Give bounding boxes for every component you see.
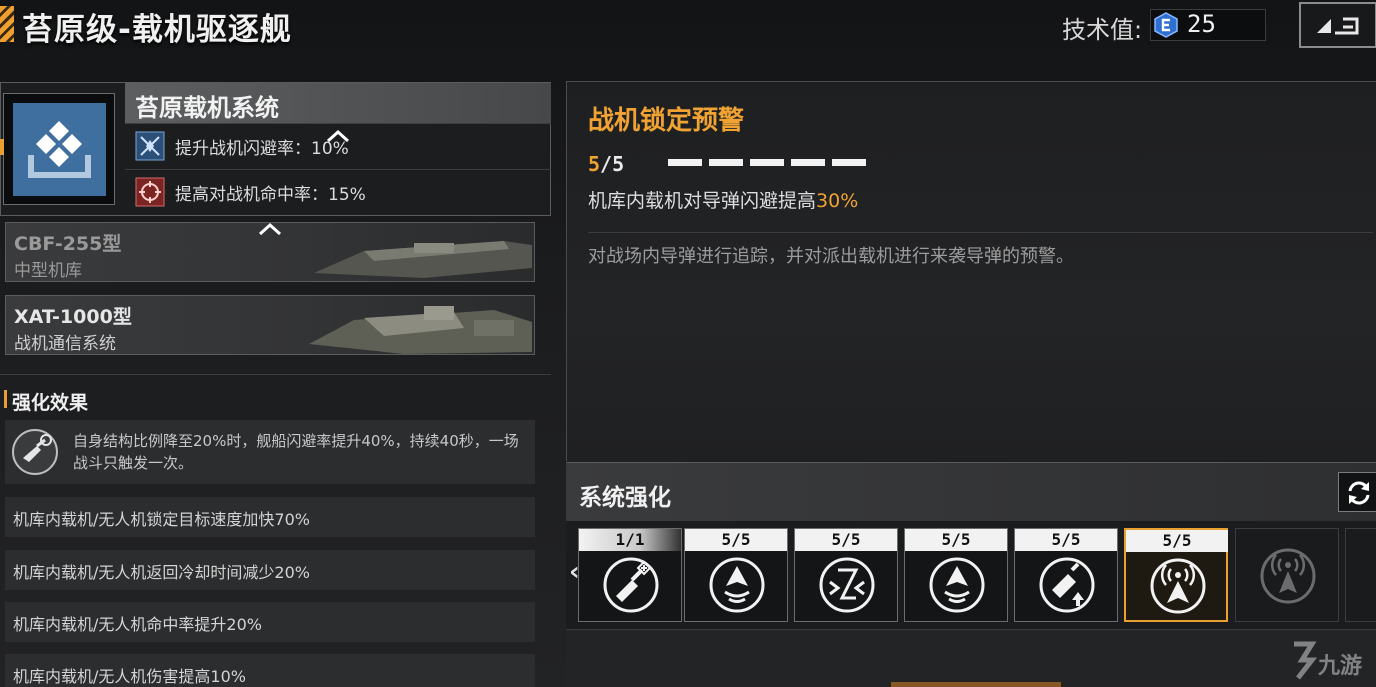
back-button[interactable] <box>1299 2 1376 48</box>
slot-level: 1/1 <box>579 529 681 551</box>
detail-divider <box>588 232 1373 233</box>
effect-text: 机库内载机/无人机命中率提升20% <box>13 615 262 634</box>
accuracy-stat-text: 提高对战机命中率：15% <box>175 185 366 205</box>
enhance-effect-row: 机库内载机/无人机锁定目标速度加快70% <box>5 497 535 537</box>
watermark: 九游 <box>1288 640 1376 684</box>
tech-value: 25 <box>1187 10 1216 38</box>
enhance-effect-row: 机库内载机/无人机伤害提高10% <box>5 654 535 687</box>
enhance-slot[interactable]: 5/5 <box>1014 528 1118 622</box>
target-icon <box>135 177 165 207</box>
hangar-module-image <box>314 241 532 278</box>
level-max: /5 <box>600 152 625 176</box>
slot-level: 5/5 <box>1015 529 1117 551</box>
enhance-slot-selected[interactable]: 5/5 <box>1124 528 1228 622</box>
effect-text: 机库内载机/无人机返回冷却时间减少20% <box>13 563 310 582</box>
carrier-system-card[interactable]: 苔原载机系统 提升战机闪避率：10% 提高对战机命中率：15% <box>0 82 551 216</box>
module-type: 中型机库 <box>14 261 82 281</box>
enhance-effect-row: 机库内载机/无人机命中率提升20% <box>5 602 535 642</box>
slot-level: 5/5 <box>1126 530 1228 552</box>
system-enhance-header: 系统强化 <box>566 463 1376 521</box>
main-enhance-effect: 自身结构比例降至20%时，舰船闪避率提升40%，持续40秒，一场战斗只触发一次。 <box>5 420 535 484</box>
enhance-slot[interactable]: 5/5 <box>904 528 1008 622</box>
level-current: 5 <box>588 152 601 176</box>
back-arrow-icon <box>1317 17 1359 35</box>
enhance-effects-title: 强化效果 <box>12 392 89 414</box>
radar-locked-icon <box>1260 548 1316 604</box>
evasion-stat-text: 提升战机闪避率：10% <box>175 139 349 159</box>
slot-level: 5/5 <box>795 529 897 551</box>
footer-accent <box>891 682 1061 687</box>
evasion-icon <box>135 131 165 161</box>
page-title: 苔原级-载机驱逐舰 <box>22 12 292 48</box>
enhance-slot[interactable]: 1/1 <box>578 528 682 622</box>
enhance-slot[interactable]: 5/5 <box>684 528 788 622</box>
system-enhance-panel: 系统强化 ‹ 1/1 5/5 5/5 5/5 5/5 5/5 <box>566 462 1376 687</box>
slot-level: 5/5 <box>685 529 787 551</box>
enhance-effect-row: 机库内载机/无人机返回冷却时间减少20% <box>5 550 535 590</box>
fighter-boost-icon <box>603 557 659 613</box>
selected-marker <box>0 139 4 155</box>
enhancement-detail-panel: 战机锁定预警 5/5 机库内载机对导弹闪避提高30% 对战场内导弹进行追踪，并对… <box>566 81 1376 461</box>
tech-point-icon <box>1154 12 1178 38</box>
effect-prefix: 机库内载机对导弹闪避提高 <box>588 190 817 212</box>
level-pip <box>709 159 743 166</box>
refresh-button[interactable] <box>1338 472 1376 512</box>
fighter-wave-icon <box>929 557 985 613</box>
fighter-wave-icon <box>709 557 765 613</box>
enhance-slot[interactable]: 5/5 <box>794 528 898 622</box>
jiuyou-logo-icon <box>1294 641 1318 680</box>
comm-module-image <box>309 306 532 354</box>
title-accent-stripe <box>0 6 14 42</box>
module-xat-1000[interactable]: XAT-1000型 战机通信系统 <box>5 295 535 355</box>
level-pip <box>791 159 825 166</box>
radar-fighter-icon <box>1150 558 1206 614</box>
chevron-up-icon <box>326 129 350 143</box>
effect-text: 机库内载机/无人机伤害提高10% <box>13 667 246 686</box>
effect-value: 30% <box>816 190 859 212</box>
system-title-bar: 苔原载机系统 <box>125 83 551 123</box>
detail-description: 对战场内导弹进行追踪，并对派出载机进行来袭导弹的预警。 <box>588 246 1074 267</box>
detail-effect: 机库内载机对导弹闪避提高30% <box>588 186 858 213</box>
carrier-system-icon <box>13 103 106 196</box>
main-effect-text: 自身结构比例降至20%时，舰船闪避率提升40%，持续40秒，一场战斗只触发一次。 <box>73 432 519 472</box>
system-enhance-title: 系统强化 <box>579 485 671 511</box>
level-pip <box>668 159 702 166</box>
fighter-boost-icon <box>12 429 58 475</box>
level-pip <box>832 159 866 166</box>
detail-level: 5/5 <box>588 152 624 176</box>
enhance-slot-partial[interactable] <box>1345 528 1376 622</box>
detail-title: 战机锁定预警 <box>588 106 745 136</box>
system-icon-frame <box>3 93 115 205</box>
tech-value-label: 技术值: <box>1062 16 1143 44</box>
system-enhance-footer <box>566 629 1376 687</box>
system-title: 苔原载机系统 <box>135 94 279 122</box>
module-name: CBF-255型 <box>14 233 122 255</box>
cooldown-icon <box>819 557 875 613</box>
slot-level: 5/5 <box>905 529 1007 551</box>
module-type: 战机通信系统 <box>14 334 116 354</box>
level-pip <box>750 159 784 166</box>
effect-text: 机库内载机/无人机锁定目标速度加快70% <box>13 510 310 529</box>
left-divider <box>0 374 551 375</box>
system-stat-accuracy: 提高对战机命中率：15% <box>125 169 551 213</box>
refresh-icon <box>1348 481 1370 505</box>
enhance-slot-locked[interactable] <box>1235 528 1339 622</box>
watermark-text: 九游 <box>1318 654 1363 679</box>
section-marker <box>4 390 7 408</box>
damage-up-icon <box>1039 557 1095 613</box>
tech-value-box: 25 <box>1150 9 1266 41</box>
chevron-up-icon[interactable] <box>258 222 282 236</box>
module-name: XAT-1000型 <box>14 306 132 328</box>
